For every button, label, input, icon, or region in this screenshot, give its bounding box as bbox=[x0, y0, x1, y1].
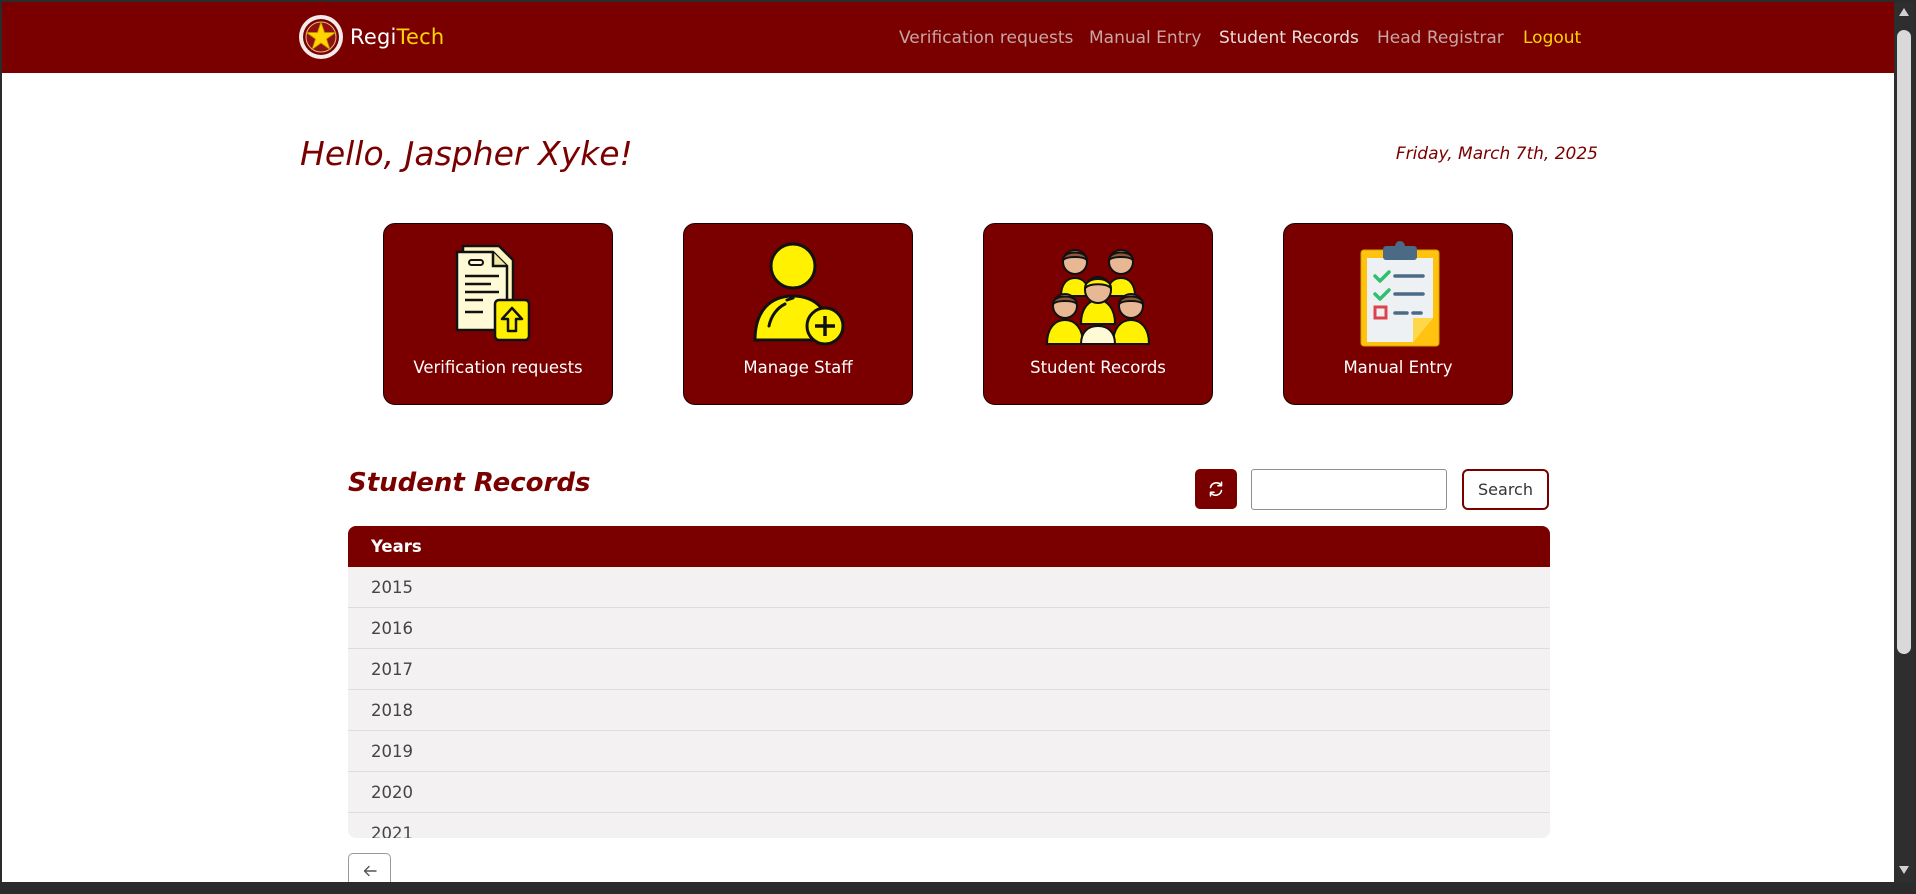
table-header-years: Years bbox=[348, 526, 1550, 567]
nav-link-student-records[interactable]: Student Records bbox=[1219, 28, 1359, 48]
brand-name: RegiTech bbox=[350, 25, 444, 49]
nav-link-verification-requests[interactable]: Verification requests bbox=[899, 28, 1073, 48]
table-row[interactable]: 2017 bbox=[348, 649, 1550, 690]
scroll-up-icon[interactable] bbox=[1899, 8, 1909, 16]
students-group-icon bbox=[1045, 249, 1151, 345]
refresh-button[interactable] bbox=[1195, 469, 1237, 509]
table-row[interactable]: 2015 bbox=[348, 567, 1550, 608]
years-table: Years 2015 2016 2017 2018 2019 2020 2021 bbox=[348, 526, 1550, 838]
table-row[interactable]: 2019 bbox=[348, 731, 1550, 772]
refresh-icon bbox=[1209, 481, 1223, 497]
table-row[interactable]: 2020 bbox=[348, 772, 1550, 813]
card-manual-entry[interactable]: Manual Entry bbox=[1283, 223, 1513, 405]
brand-name-prefix: Regi bbox=[350, 25, 397, 49]
nav-link-manual-entry[interactable]: Manual Entry bbox=[1089, 28, 1201, 48]
vertical-scrollbar[interactable] bbox=[1894, 2, 1914, 882]
student-records-title: Student Records bbox=[348, 468, 591, 498]
add-user-icon bbox=[753, 242, 845, 346]
table-row[interactable]: 2021 bbox=[348, 813, 1550, 838]
current-date: Friday, March 7th, 2025 bbox=[1395, 144, 1598, 164]
seal-logo-icon bbox=[299, 15, 343, 59]
search-input[interactable] bbox=[1251, 469, 1447, 510]
card-manage-staff[interactable]: Manage Staff bbox=[683, 223, 913, 405]
table-row[interactable]: 2018 bbox=[348, 690, 1550, 731]
brand[interactable]: RegiTech bbox=[298, 14, 444, 60]
nav-link-head-registrar[interactable]: Head Registrar bbox=[1377, 28, 1504, 48]
card-label: Manage Staff bbox=[743, 358, 853, 377]
scrollbar-thumb[interactable] bbox=[1897, 30, 1911, 654]
card-label: Verification requests bbox=[413, 358, 583, 377]
brand-name-accent: Tech bbox=[396, 25, 445, 49]
card-label: Student Records bbox=[1030, 358, 1166, 377]
card-label: Manual Entry bbox=[1343, 358, 1453, 377]
arrow-left-icon bbox=[363, 865, 377, 877]
navbar: RegiTech Verification requests Manual En… bbox=[2, 2, 1894, 73]
back-button[interactable] bbox=[348, 853, 391, 882]
window-bottom-edge bbox=[0, 882, 1916, 894]
document-upload-icon bbox=[455, 244, 531, 342]
clipboard-checklist-icon bbox=[1360, 241, 1440, 347]
scroll-down-icon[interactable] bbox=[1899, 866, 1909, 874]
search-button[interactable]: Search bbox=[1462, 469, 1549, 510]
page: RegiTech Verification requests Manual En… bbox=[2, 2, 1894, 882]
table-row[interactable]: 2016 bbox=[348, 608, 1550, 649]
card-verification-requests[interactable]: Verification requests bbox=[383, 223, 613, 405]
greeting-heading: Hello, Jaspher Xyke! bbox=[300, 134, 633, 173]
nav-link-logout[interactable]: Logout bbox=[1523, 28, 1581, 48]
card-student-records[interactable]: Student Records bbox=[983, 223, 1213, 405]
